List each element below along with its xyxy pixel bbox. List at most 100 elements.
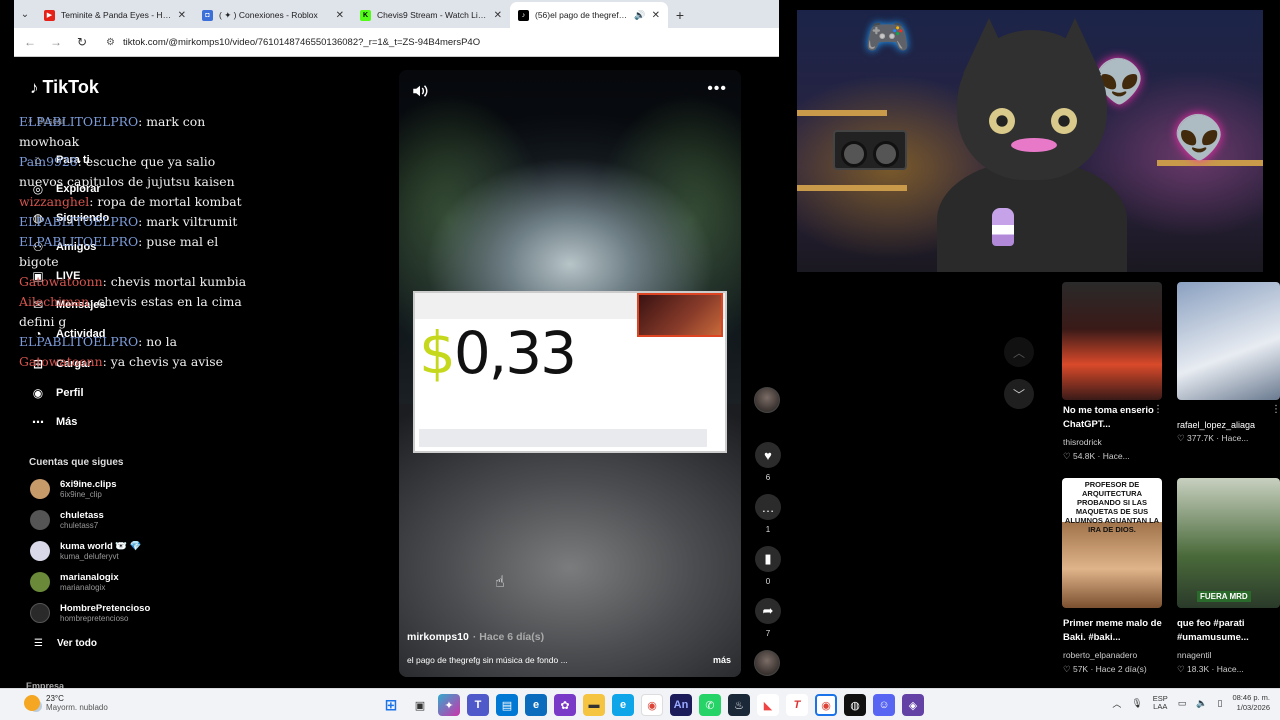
volume-icon[interactable] (411, 82, 429, 100)
following-account[interactable]: HombrePretencioso hombrepretencioso (30, 603, 150, 623)
microphone-icon[interactable]: 🎙 (1131, 698, 1142, 709)
back-icon[interactable]: ← (22, 35, 38, 49)
video-player[interactable]: ••• $0,33 ☝ mirkomps10 · Hace 6 día(s) el… (399, 70, 741, 677)
language-indicator[interactable]: ESP LAA (1153, 695, 1168, 711)
close-tab-icon[interactable]: ✕ (494, 10, 502, 21)
battery-icon[interactable]: ▯ (1218, 698, 1223, 709)
tab-title: Teminite & Panda Eyes - Highs (61, 10, 172, 20)
see-all-label: Ver todo (56, 638, 97, 649)
following-account[interactable]: 6xi9ine.clips 6ix9ine_clip (30, 479, 117, 499)
feed-more-icon[interactable]: ⋮ (1153, 404, 1163, 415)
chrome-active-icon[interactable]: ◉ (815, 694, 837, 716)
animate-icon[interactable]: An (670, 694, 692, 716)
nav-label: Perfil (56, 387, 84, 399)
site-info-icon[interactable]: ⚙ (106, 37, 115, 48)
show-hidden-icons[interactable]: ︿ (1112, 697, 1121, 710)
app-icon[interactable]: ◈ (902, 694, 924, 716)
cat-eye (1051, 108, 1077, 134)
edge-dev-icon[interactable]: e (525, 694, 547, 716)
following-account[interactable]: marianalogix marianalogix (30, 572, 119, 592)
feed-thumbnail[interactable]: FUERA MRD (1177, 478, 1280, 608)
feed-more-icon[interactable]: ⋮ (1271, 404, 1280, 415)
following-account[interactable]: chuletass chuletass7 (30, 510, 104, 530)
shelf (797, 185, 907, 191)
browser-tab-2[interactable]: ◘ ( ✦ ) Conexiones - Roblox ✕ (194, 2, 352, 28)
more-options-icon[interactable]: ••• (707, 80, 727, 98)
network-icon[interactable]: ▭ (1178, 698, 1187, 709)
feed-caption[interactable]: Primer meme malo de Baki. #baki... (1063, 617, 1163, 645)
following-account[interactable]: kuma world 🐻‍❄️ 💎 kuma_deluferyvt (30, 541, 142, 561)
music-disc-button[interactable] (754, 650, 782, 676)
app-icon[interactable]: T (786, 694, 808, 716)
video-time: · Hace 6 día(s) (472, 631, 545, 643)
steam-icon[interactable]: ♨ (728, 694, 750, 716)
previous-video-button[interactable]: ︿ (1004, 337, 1034, 367)
app-icon[interactable]: ✿ (554, 694, 576, 716)
feed-user[interactable]: rafael_lopez_aliaga (1177, 420, 1255, 430)
share-count: 7 (765, 629, 771, 638)
feed-caption[interactable]: que feo #parati #umamusume... (1177, 617, 1280, 645)
save-button[interactable]: ▮ 0 (754, 546, 782, 586)
browser-tab-4[interactable]: ♪ (56)el pago de thegrefg sin 🔊 ✕ (510, 2, 668, 28)
account-name: chuletass (60, 510, 104, 521)
whatsapp-icon[interactable]: ✆ (699, 694, 721, 716)
app-icon[interactable]: ◣ (757, 694, 779, 716)
edge-icon[interactable]: e (612, 694, 634, 716)
feed-user[interactable]: roberto_elpanadero (1063, 650, 1137, 660)
like-button[interactable]: ♥ 6 (754, 442, 782, 482)
chrome-icon[interactable]: ◉ (641, 694, 663, 716)
tiktok-logo[interactable]: ♪ TikTok (30, 77, 99, 98)
feed-thumbnail[interactable] (1062, 282, 1162, 400)
windows-start-icon[interactable]: ⊞ (380, 694, 402, 716)
forward-icon[interactable]: → (48, 35, 64, 49)
avatar (30, 510, 50, 530)
chat-text: no la (146, 334, 178, 349)
feed-caption[interactable]: No me toma enserio ChatGPT... (1063, 404, 1163, 432)
feed-thumbnail[interactable] (1177, 282, 1280, 400)
avatar (30, 479, 50, 499)
more-description-button[interactable]: más (713, 655, 731, 665)
tiktok-icon: ♪ (518, 9, 529, 21)
feed-user[interactable]: thisrodrick (1063, 437, 1102, 447)
volume-tray-icon[interactable]: 🔈 (1196, 698, 1207, 709)
feed-user[interactable]: nnagentil (1177, 650, 1212, 660)
new-tab-button[interactable]: + (668, 2, 692, 28)
comment-icon: … (755, 494, 781, 520)
store-icon[interactable]: ▤ (496, 694, 518, 716)
obs-icon[interactable]: ◍ (844, 694, 866, 716)
feed-thumbnail[interactable]: PROFESOR DE ARQUITECTURA PROBANDO SI LAS… (1062, 478, 1162, 608)
feed-stats: ♡ 54.8K · Hace... (1063, 451, 1130, 461)
reload-icon[interactable]: ↻ (74, 35, 90, 49)
chat-username: Ailechiman (19, 294, 90, 309)
teams-icon[interactable]: T (467, 694, 489, 716)
video-author-line[interactable]: mirkomps10 · Hace 6 día(s) (407, 631, 544, 643)
clock[interactable]: 08:46 p. m. 1/03/2026 (1232, 693, 1270, 713)
audio-playing-icon[interactable]: 🔊 (634, 10, 645, 21)
nav-item-perfil[interactable]: ◉ Perfil (30, 385, 84, 401)
browser-tab-1[interactable]: ▶ Teminite & Panda Eyes - Highs ✕ (36, 2, 194, 28)
url-field[interactable]: ⚙ tiktok.com/@mirkomps10/video/761014874… (106, 37, 480, 48)
screen: ⌄ ▶ Teminite & Panda Eyes - Highs ✕ ◘ ( … (0, 0, 1280, 720)
comment-button[interactable]: … 1 (754, 494, 782, 534)
file-explorer-icon[interactable]: ▬ (583, 694, 605, 716)
feed-stats: ♡ 377.7K · Hace... (1177, 433, 1249, 443)
creator-avatar-button[interactable] (754, 387, 782, 413)
tab-title: ( ✦ ) Conexiones - Roblox (219, 9, 318, 20)
chat-text: chevis mortal kumbia (110, 274, 247, 289)
see-all-button[interactable]: ☰ Ver todo (34, 638, 97, 649)
close-tab-icon[interactable]: ✕ (652, 10, 660, 21)
list-icon: ☰ (34, 638, 43, 649)
nav-item-mas[interactable]: ⋯ Más (30, 414, 77, 430)
next-video-button[interactable]: ﹀ (1004, 379, 1034, 409)
close-tab-icon[interactable]: ✕ (178, 10, 186, 21)
task-view-icon[interactable]: ▣ (409, 694, 431, 716)
copilot-icon[interactable]: ✦ (438, 694, 460, 716)
discord-icon[interactable]: ☺ (873, 694, 895, 716)
embedded-footer (419, 429, 707, 447)
tab-search-chevron-icon[interactable]: ⌄ (14, 0, 36, 28)
close-tab-icon[interactable]: ✕ (336, 10, 344, 21)
share-button[interactable]: ➦ 7 (754, 598, 782, 638)
weather-widget[interactable]: 23°C Mayorm. nublado (24, 694, 108, 712)
account-name: marianalogix (60, 572, 119, 583)
browser-tab-3[interactable]: K Chevis9 Stream - Watch Live o ✕ (352, 2, 510, 28)
